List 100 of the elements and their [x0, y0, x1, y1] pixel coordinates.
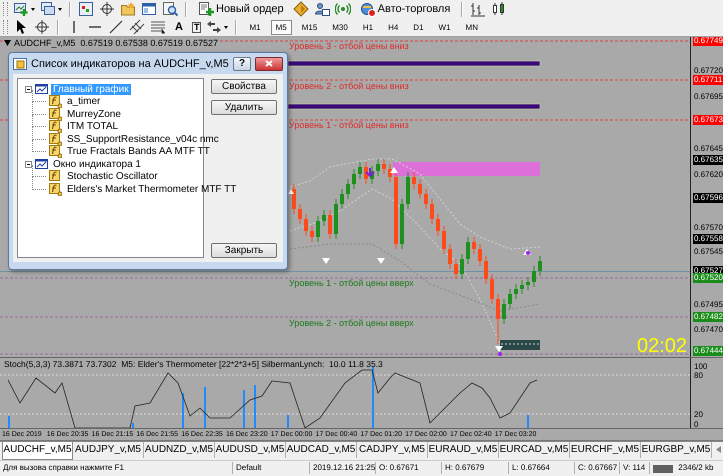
magnifier-icon[interactable]	[162, 1, 178, 17]
level-label: Уровень 2 - отбой цены вниз	[289, 81, 409, 91]
candle	[406, 172, 410, 210]
candle	[340, 188, 344, 210]
candle	[484, 256, 488, 284]
chart-tab[interactable]: CADJPY_v,M5	[357, 442, 428, 458]
timeframe-button[interactable]: W1	[434, 20, 456, 34]
text-label-tool-button[interactable]: T	[192, 22, 202, 32]
candle	[310, 226, 314, 242]
close-button[interactable]	[255, 56, 283, 70]
close-dialog-button[interactable]: Закрыть	[211, 243, 277, 258]
tree-item[interactable]: Stochastic Oscillator	[65, 171, 160, 182]
bar-chart-icon[interactable]	[470, 1, 486, 17]
timeframe-button[interactable]: D1	[408, 20, 429, 34]
tree-item[interactable]: SS_SupportResistance_v04c nmc	[65, 134, 221, 145]
candle	[292, 184, 296, 214]
candle	[472, 236, 476, 254]
candle	[442, 226, 446, 254]
timeframe-button[interactable]: MN	[460, 20, 483, 34]
function-gear-icon	[49, 120, 62, 134]
windows-icon[interactable]	[40, 1, 56, 17]
price-label: 0.67495	[693, 300, 723, 310]
price-label: 0.67620	[693, 170, 723, 180]
candle	[514, 284, 518, 300]
chart-tab[interactable]: AUDCAD_v,M5	[286, 442, 357, 458]
timeframe-button[interactable]: H1	[358, 20, 378, 34]
arrows-icon[interactable]	[206, 19, 222, 35]
candle	[430, 198, 434, 224]
fractal-arrow-icon	[390, 167, 398, 173]
level-label: Уровень 3 - отбой цены вниз	[289, 41, 409, 51]
diamond-icon[interactable]	[292, 1, 309, 17]
indicator-list-icon	[13, 58, 27, 70]
trend-line-icon[interactable]	[108, 19, 124, 35]
chart-tab[interactable]: AUDNZD_v,M5	[144, 442, 215, 458]
price-label: 0.67545	[693, 247, 723, 257]
people-icon[interactable]	[314, 1, 330, 17]
price-marker: 0.67596	[693, 193, 723, 203]
timeframe-button[interactable]: M1	[244, 20, 266, 34]
function-gear-icon	[49, 95, 62, 108]
tree-item[interactable]: Elders's Market Thermometer MTF TT	[65, 184, 238, 195]
delete-button[interactable]: Удалить	[211, 100, 277, 115]
chart-window-icon[interactable]	[78, 1, 94, 17]
traffic-bars-icon	[653, 464, 676, 472]
collapse-icon[interactable]	[25, 86, 32, 93]
candle	[304, 214, 308, 236]
dropdown-triangle-icon[interactable]	[4, 40, 11, 46]
properties-button[interactable]: Свойства	[211, 79, 277, 94]
chart-tab[interactable]: EURCAD_v,M5	[499, 442, 570, 458]
candle	[508, 288, 512, 310]
chart-tab[interactable]: EURGBP_v,M5	[641, 442, 712, 458]
chart-tab[interactable]: EURAUD_v,M5	[428, 442, 499, 458]
signal-icon[interactable]	[334, 1, 351, 17]
timeframe-button[interactable]: H4	[383, 20, 404, 34]
price-marker: 0.67444	[693, 346, 723, 356]
auto-trading-button[interactable]: Авто-торговля	[356, 0, 454, 18]
tree-item[interactable]: Окно индикатора 1	[51, 158, 143, 170]
crosshair-icon[interactable]	[34, 19, 50, 35]
tree-connector-line	[32, 177, 46, 190]
crosshair-icon[interactable]	[99, 1, 115, 17]
chart-window-icon	[35, 159, 48, 170]
fibonacci-icon[interactable]	[150, 19, 166, 35]
scale-label: 100	[694, 362, 708, 371]
signal-dot-icon	[526, 251, 530, 255]
candle	[478, 244, 482, 266]
text-tool-button[interactable]: A	[171, 18, 187, 36]
new-chart-icon[interactable]	[13, 1, 29, 17]
timeframe-button[interactable]: M15	[296, 20, 322, 34]
level-label: Уровень 1 - отбой цены вниз	[289, 120, 409, 130]
tree-connector-line	[32, 102, 46, 114]
timeframe-button[interactable]: M5	[270, 20, 292, 34]
chart-tab[interactable]: AUDCHF_v,M5	[2, 442, 73, 460]
status-text: H: 0.67679	[445, 462, 484, 474]
timeframe-button[interactable]: M30	[327, 20, 353, 34]
tree-item[interactable]: MurreyZone	[65, 108, 123, 120]
new-order-button[interactable]: Новый ордер	[194, 0, 288, 18]
tree-item[interactable]: ITM TOTAL	[65, 121, 120, 132]
price-marker: 0.67558	[693, 234, 723, 244]
tree-connector-line	[32, 90, 46, 102]
scroll-left-icon[interactable]	[716, 446, 721, 453]
fractal-arrow-icon	[288, 189, 294, 194]
chart-tab[interactable]: EURCHF_v,M5	[570, 442, 641, 458]
candle	[382, 158, 386, 174]
help-button[interactable]: ?	[232, 56, 252, 70]
chart-tab[interactable]: AUDUSD_v,M5	[215, 442, 286, 458]
tree-connector-line	[32, 140, 46, 152]
candle	[436, 214, 440, 236]
status-text: C: 0.67667	[578, 462, 618, 474]
price-marker: 0.67635	[693, 155, 723, 165]
candle	[424, 188, 428, 210]
folder-icon[interactable]	[120, 1, 136, 17]
price-label: 0.67645	[693, 144, 723, 154]
window-icon[interactable]	[141, 1, 157, 17]
chart-tab[interactable]: AUDJPY_v,M5	[73, 442, 144, 458]
candle	[364, 162, 368, 184]
tree-item[interactable]: True Fractals Bands AA MTF TT	[65, 146, 212, 158]
collapse-icon[interactable]	[25, 160, 32, 168]
channel-icon[interactable]	[129, 19, 145, 35]
level-label: Уровень 2 - отбой цены вверх	[289, 318, 414, 328]
tree-item[interactable]: a_timer	[65, 96, 102, 108]
status-text: 2019.12.16 21:25	[313, 462, 376, 474]
